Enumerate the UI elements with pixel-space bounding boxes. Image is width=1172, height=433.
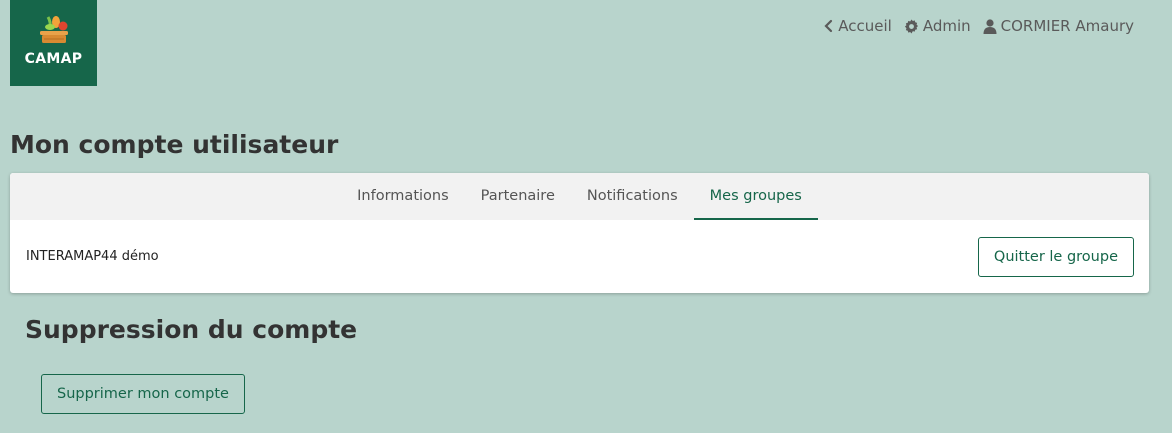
account-deletion-title: Suppression du compte xyxy=(25,315,358,344)
nav-admin-link[interactable]: Admin xyxy=(904,17,971,35)
tab-mes-groupes[interactable]: Mes groupes xyxy=(693,173,818,220)
vegetable-basket-icon xyxy=(39,16,68,43)
page-title: Mon compte utilisateur xyxy=(10,130,339,159)
user-icon xyxy=(983,18,997,34)
account-card: Informations Partenaire Notifications Me… xyxy=(10,173,1149,293)
nav-user-link[interactable]: CORMIER Amaury xyxy=(983,17,1134,35)
chevron-left-icon xyxy=(824,19,833,33)
camap-logo[interactable]: CAMAP xyxy=(10,0,97,86)
brand-name: CAMAP xyxy=(24,51,83,67)
tab-notifications[interactable]: Notifications xyxy=(571,173,694,220)
group-name: INTERAMAP44 démo xyxy=(26,249,159,264)
account-tabs: Informations Partenaire Notifications Me… xyxy=(10,173,1149,220)
nav-home-link[interactable]: Accueil xyxy=(823,17,892,35)
tab-informations[interactable]: Informations xyxy=(341,173,465,220)
top-navigation: Accueil Admin CORMIER Amaury xyxy=(823,17,1134,35)
delete-account-button[interactable]: Supprimer mon compte xyxy=(41,374,245,414)
gear-icon xyxy=(904,18,918,34)
tab-partenaire[interactable]: Partenaire xyxy=(465,173,571,220)
nav-home-label: Accueil xyxy=(838,17,892,35)
leave-group-button[interactable]: Quitter le groupe xyxy=(977,236,1134,277)
group-row: INTERAMAP44 démo Quitter le groupe xyxy=(10,220,1149,293)
nav-admin-label: Admin xyxy=(922,17,971,35)
nav-user-label: CORMIER Amaury xyxy=(1000,17,1134,35)
